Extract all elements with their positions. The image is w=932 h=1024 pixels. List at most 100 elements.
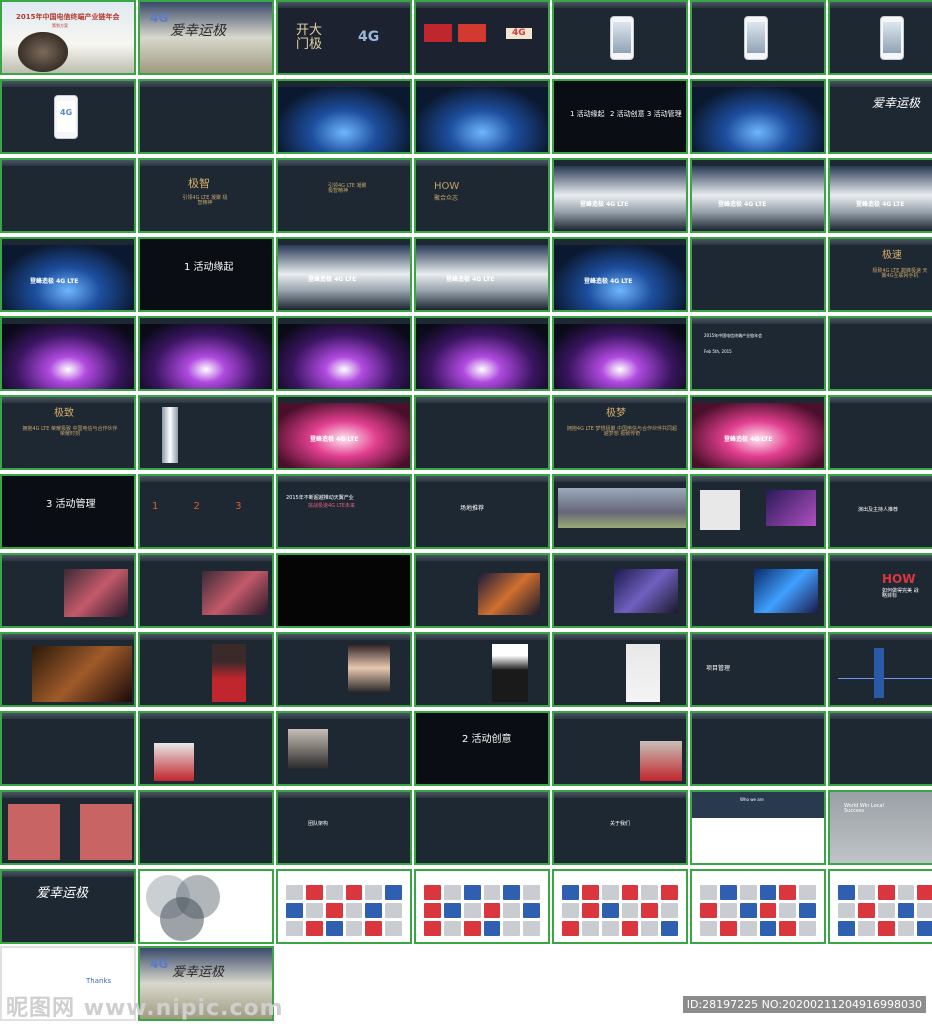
slide-thumbnail-79[interactable] (138, 869, 274, 944)
slide-thumbnail-57[interactable] (0, 632, 136, 707)
red-box-2 (80, 804, 132, 860)
slide-thumbnail-48[interactable] (690, 474, 826, 549)
slide-thumbnail-1[interactable]: 2015年中国电信终端产业链年会 策划方案 (0, 0, 136, 75)
slide-thumbnail-82[interactable] (552, 869, 688, 944)
slide-thumbnail-15[interactable] (0, 158, 136, 233)
slide-thumbnail-30[interactable] (138, 316, 274, 391)
slide-thumbnail-67[interactable]: 2 活动创意 (414, 711, 550, 786)
slide-thumbnail-41[interactable]: 登峰造极 4G LTE (690, 395, 826, 470)
slide-header-bar (2, 634, 134, 640)
slide-thumbnail-44[interactable]: 1 2 3 4 5 (138, 474, 274, 549)
slide-thumbnail-74[interactable] (414, 790, 550, 865)
slide-thumbnail-22[interactable]: 登峰造极 4G LTE (0, 237, 136, 312)
slide-thumbnail-16[interactable]: 极智 引领4G LTE 凝聚 极智精神 (138, 158, 274, 233)
slide-header-bar (554, 792, 686, 798)
slide-thumbnail-70[interactable] (828, 711, 932, 786)
slide-header-bar (692, 713, 824, 719)
slide-thumbnail-19[interactable]: 登峰造极 4G LTE (552, 158, 688, 233)
slide-thumbnail-76[interactable]: Who we are (690, 790, 826, 865)
slide-thumbnail-2[interactable]: 爱幸运极 4G (138, 0, 274, 75)
slide-thumbnail-23[interactable]: 1 活动缘起 (138, 237, 274, 312)
slide-thumbnail-58[interactable] (138, 632, 274, 707)
slide-thumbnail-65[interactable] (138, 711, 274, 786)
slide-thumbnail-3[interactable]: 开大门极 4G (276, 0, 412, 75)
slide-thumbnail-55[interactable] (690, 553, 826, 628)
slide-thumbnail-75[interactable]: 关于我们 (552, 790, 688, 865)
slide-thumbnail-54[interactable] (552, 553, 688, 628)
slide-thumbnail-12[interactable]: 1 活动缘起 2 活动创意 3 活动管理 (552, 79, 688, 154)
slide-title: 爱幸运极 (36, 886, 89, 901)
slide-thumbnail-13[interactable] (690, 79, 826, 154)
slide-thumbnail-63[interactable] (828, 632, 932, 707)
slide-thumbnail-36[interactable]: 极致 拥抱4G LTE 荣耀极致 中国电信与合作伙伴荣耀时刻 (0, 395, 136, 470)
slide-title: 1 活动缘起 (184, 262, 234, 273)
slide-thumbnail-84[interactable] (828, 869, 932, 944)
slide-thumbnail-27[interactable] (690, 237, 826, 312)
slide-thumbnail-69[interactable] (690, 711, 826, 786)
slide-thumbnail-47[interactable] (552, 474, 688, 549)
ink-landscape (554, 166, 686, 231)
slide-title: World Win Local Success (844, 803, 884, 815)
slide-thumbnail-8[interactable]: 4G (0, 79, 136, 154)
slide-thumbnail-10[interactable] (276, 79, 412, 154)
slide-thumbnail-52[interactable] (276, 553, 412, 628)
slide-header-bar (140, 476, 272, 482)
slide-thumbnail-66[interactable] (276, 711, 412, 786)
slide-thumbnail-24[interactable]: 登峰造极 4G LTE (276, 237, 412, 312)
slide-thumbnail-7[interactable] (828, 0, 932, 75)
slide-thumbnail-25[interactable]: 登峰造极 4G LTE (414, 237, 550, 312)
slide-thumbnail-39[interactable] (414, 395, 550, 470)
slide-thumbnail-60[interactable] (414, 632, 550, 707)
slide-thumbnail-14[interactable]: 爱幸运极 (828, 79, 932, 154)
slide-thumbnail-68[interactable] (552, 711, 688, 786)
slide-thumbnail-9[interactable] (138, 79, 274, 154)
slide-thumbnail-59[interactable] (276, 632, 412, 707)
slide-thumbnail-43[interactable]: 3 活动管理 (0, 474, 136, 549)
slide-thumbnail-34[interactable]: 2015年中国电信终端产业链年会 Feb 5th, 2015 (690, 316, 826, 391)
slide-thumbnail-20[interactable]: 登峰造极 4G LTE (690, 158, 826, 233)
slide-thumbnail-6[interactable] (690, 0, 826, 75)
slide-thumbnail-18[interactable]: HOW 聚合众志 (414, 158, 550, 233)
slide-header-bar (2, 160, 134, 166)
slide-thumbnail-5[interactable] (552, 0, 688, 75)
slide-thumbnail-38[interactable]: 登峰造极 4G LTE (276, 395, 412, 470)
slide-thumbnail-61[interactable] (552, 632, 688, 707)
slide-thumbnail-81[interactable] (414, 869, 550, 944)
slide-title: 爱幸运极 (872, 96, 921, 110)
watermark-text: 昵图网 www.nipic.com (6, 996, 284, 1021)
slide-thumbnail-28[interactable]: 极速 极致4G LTE 巅峰极速 天翼4G互联网手机 (828, 237, 932, 312)
slide-thumbnail-46[interactable]: 场地推荐 (414, 474, 550, 549)
slide-thumbnail-33[interactable] (552, 316, 688, 391)
slide-thumbnail-21[interactable]: 登峰造极 4G LTE (828, 158, 932, 233)
slide-thumbnail-4[interactable]: 4G (414, 0, 550, 75)
slide-thumbnail-11[interactable] (414, 79, 550, 154)
slide-thumbnail-56[interactable]: HOW 如何做得完美 战略目标 (828, 553, 932, 628)
slide-thumbnail-37[interactable] (138, 395, 274, 470)
slide-thumbnail-77[interactable]: World Win Local Success (828, 790, 932, 865)
staff-photo (288, 729, 328, 769)
slide-thumbnail-53[interactable] (414, 553, 550, 628)
slide-thumbnail-51[interactable] (138, 553, 274, 628)
slide-thumbnail-80[interactable] (276, 869, 412, 944)
slide-thumbnail-17[interactable]: 引领4G LTE 凝聚 极智精神 (276, 158, 412, 233)
slide-title: 登峰造极 4G LTE (446, 276, 495, 283)
slide-thumbnail-26[interactable]: 登峰造极 4G LTE (552, 237, 688, 312)
slide-thumbnail-49[interactable]: 演出及主持人推荐 (828, 474, 932, 549)
slide-thumbnail-62[interactable]: 项目管理 (690, 632, 826, 707)
slide-thumbnail-73[interactable]: 团队架构 (276, 790, 412, 865)
slide-thumbnail-35[interactable] (828, 316, 932, 391)
slide-thumbnail-42[interactable] (828, 395, 932, 470)
slide-thumbnail-50[interactable] (0, 553, 136, 628)
slide-thumbnail-72[interactable] (138, 790, 274, 865)
slide-thumbnail-40[interactable]: 极梦 拥抱4G LTE 梦想极聚 中国电信与合作伙伴共同超越梦想 极致传奇 (552, 395, 688, 470)
slide-thumbnail-45[interactable]: 2015年不断超越推动天翼产业 挑战极速4G LTE未来 (276, 474, 412, 549)
slide-thumbnail-31[interactable] (276, 316, 412, 391)
slide-thumbnail-71[interactable] (0, 790, 136, 865)
slide-thumbnail-64[interactable] (0, 711, 136, 786)
slide-thumbnail-83[interactable] (690, 869, 826, 944)
slide-title: 关于我们 (610, 821, 631, 827)
slide-header-bar (830, 397, 932, 403)
slide-thumbnail-78[interactable]: 爱幸运极 (0, 869, 136, 944)
slide-thumbnail-29[interactable] (0, 316, 136, 391)
slide-thumbnail-32[interactable] (414, 316, 550, 391)
